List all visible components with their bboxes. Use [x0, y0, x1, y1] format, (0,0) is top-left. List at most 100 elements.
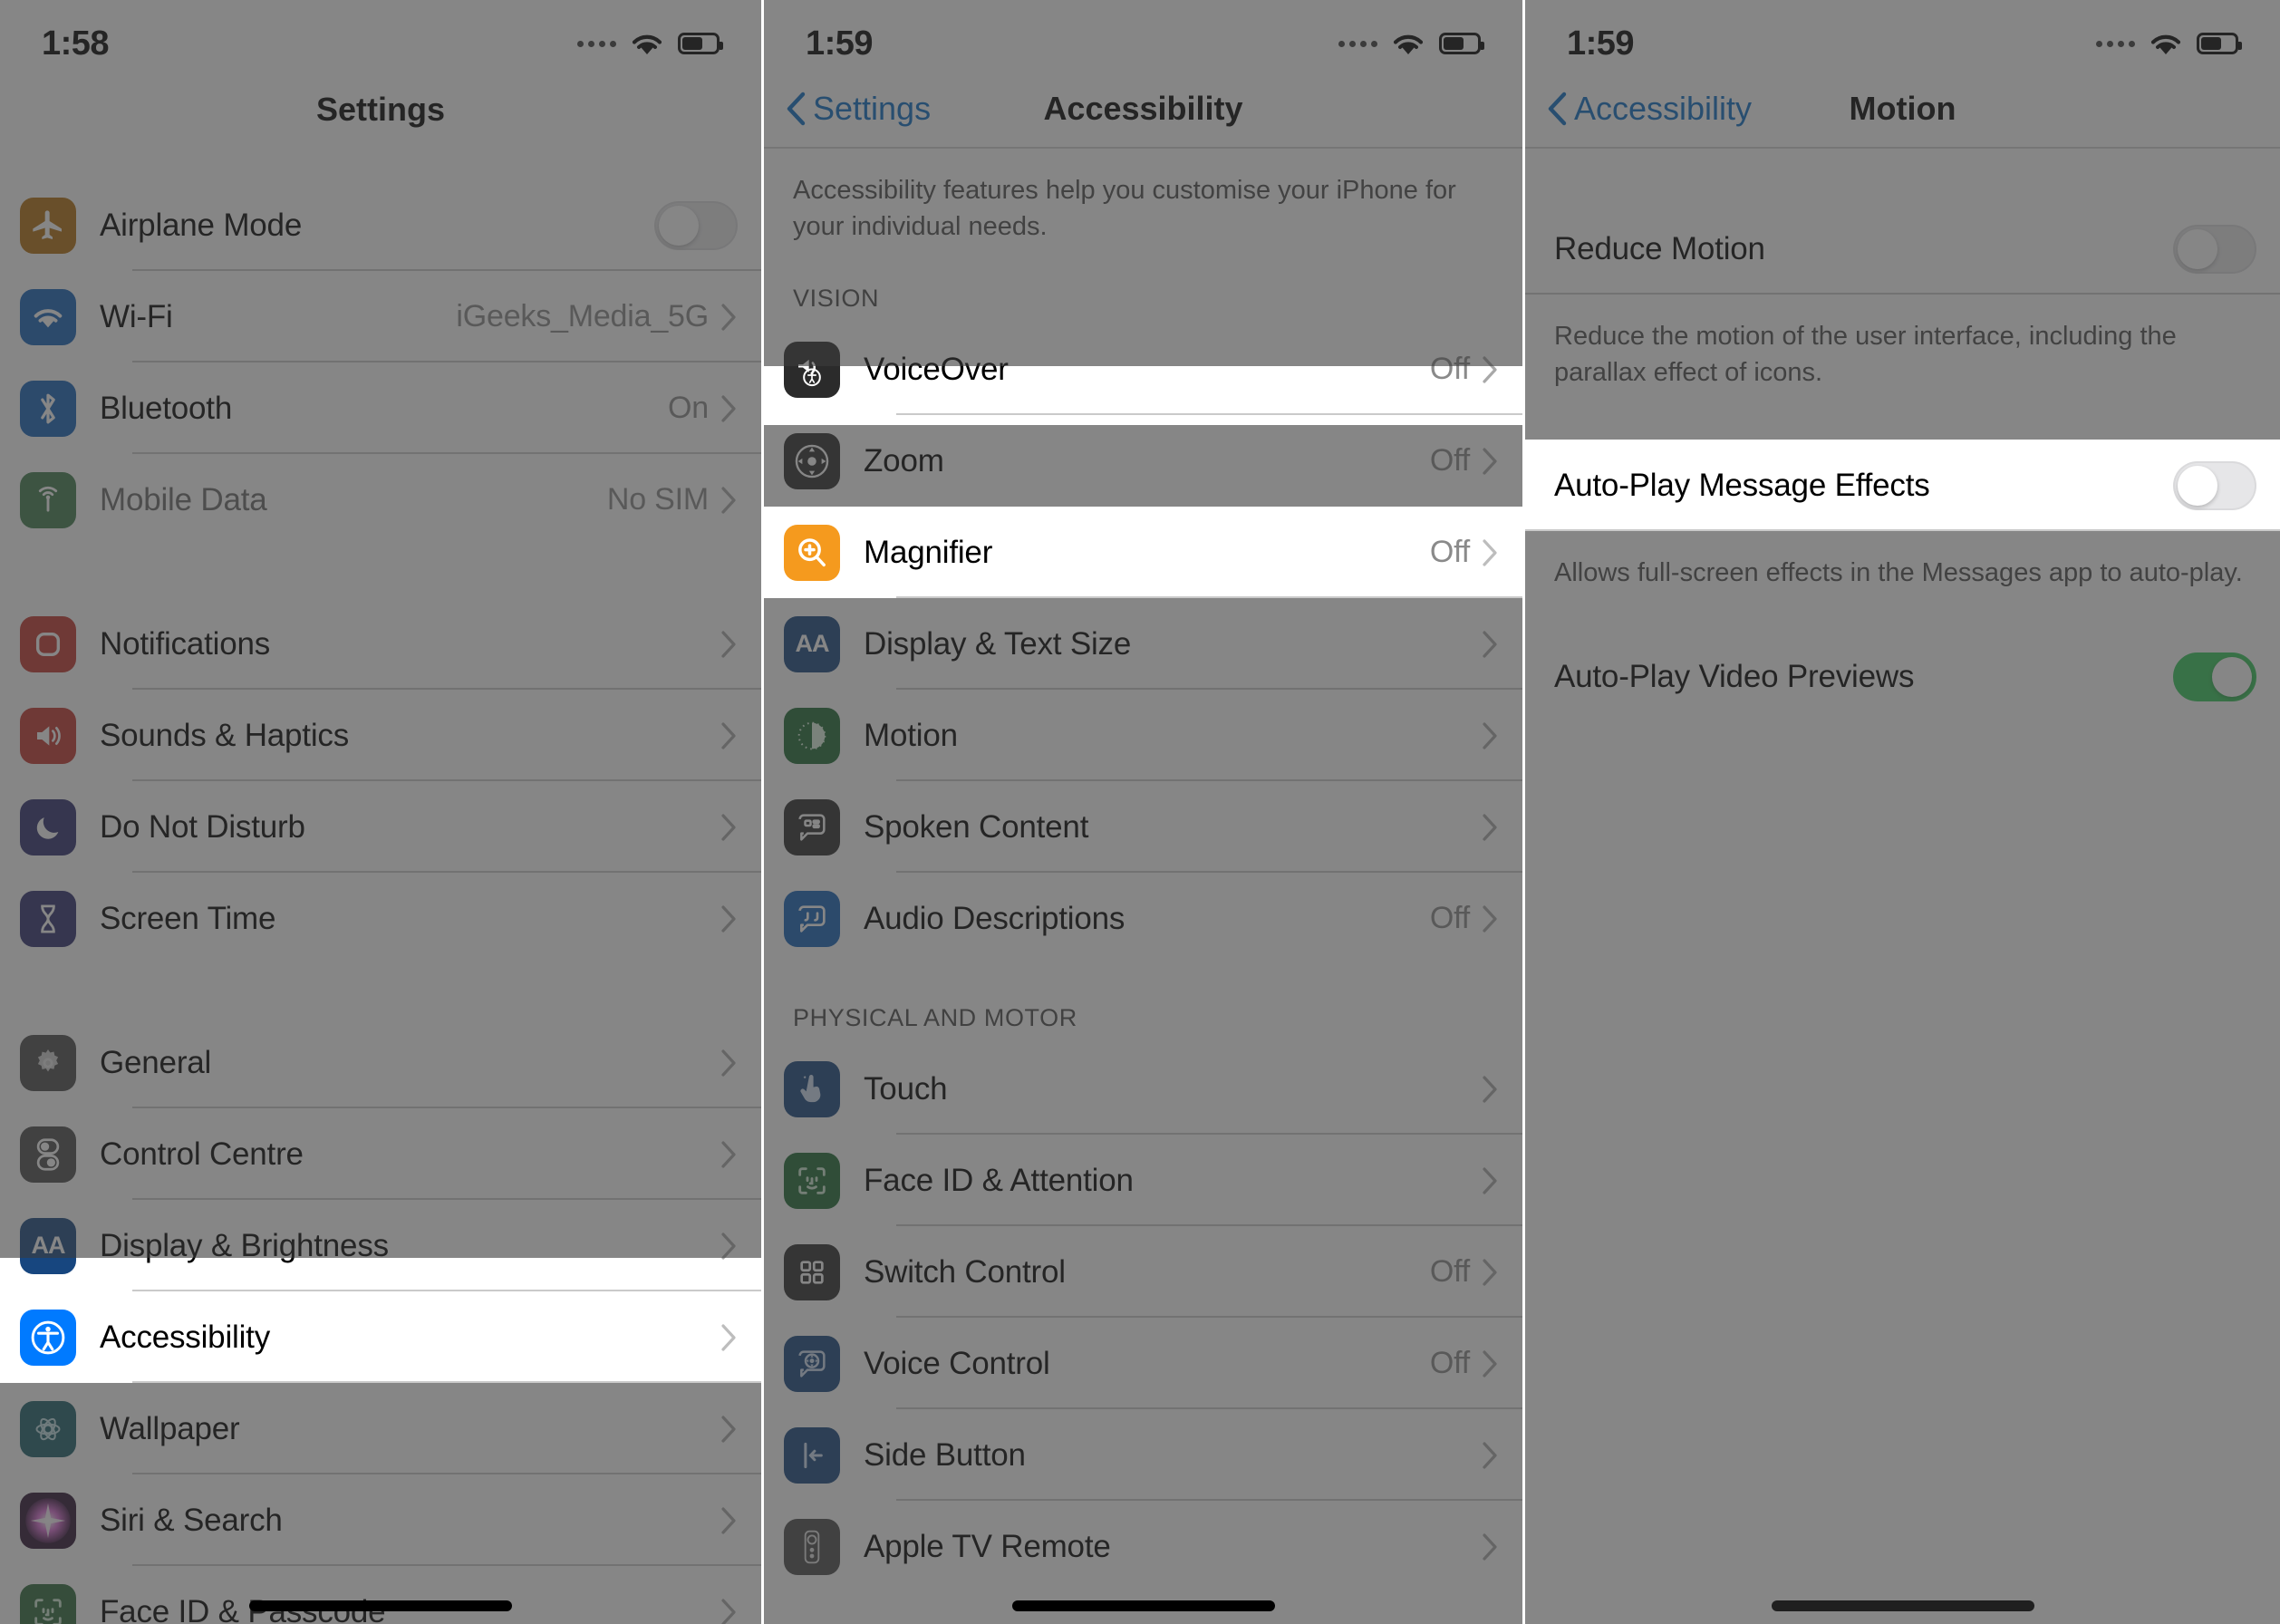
auto-play-video-previews-toggle[interactable]: [2173, 652, 2256, 701]
settings-group-connectivity: Airplane Mode Wi-Fi iGeeks_Media_5G Blue: [0, 179, 761, 546]
row-label: Auto-Play Video Previews: [1554, 658, 1915, 694]
settings-row-accessibility[interactable]: Accessibility: [0, 1291, 761, 1383]
row-label: Do Not Disturb: [100, 808, 305, 845]
chevron-right-icon: [721, 1232, 736, 1260]
row-value: Off: [1429, 443, 1470, 478]
row-label: Spoken Content: [864, 808, 1089, 845]
row-label: Screen Time: [100, 900, 276, 936]
settings-row-sounds-haptics[interactable]: Sounds & Haptics: [0, 690, 761, 781]
back-label: Settings: [813, 90, 932, 127]
accessibility-row-display-text-size[interactable]: AA Display & Text Size: [764, 598, 1522, 691]
auto-play-message-effects-toggle[interactable]: [2173, 460, 2256, 510]
motion-row-auto-play-video-previews[interactable]: Auto-Play Video Previews: [1525, 631, 2280, 723]
wifi-icon: [629, 30, 665, 57]
voiceover-icon: [784, 341, 840, 398]
settings-row-general[interactable]: General: [0, 1017, 761, 1108]
row-label: Wallpaper: [100, 1410, 240, 1446]
settings-row-control-centre[interactable]: Control Centre: [0, 1108, 761, 1200]
chevron-right-icon: [1483, 904, 1497, 933]
section-vision: VoiceOver Off Zoom Off Magnifier Off AA …: [764, 324, 1522, 965]
wallpaper-icon: [20, 1400, 76, 1457]
wifi-icon: [20, 288, 76, 345]
chevron-right-icon: [1483, 1075, 1497, 1103]
row-value: Off: [1429, 352, 1470, 387]
battery-icon: [1439, 33, 1484, 54]
home-indicator: [1771, 1600, 2034, 1611]
accessibility-row-spoken-content[interactable]: Spoken Content: [764, 781, 1522, 874]
accessibility-row-switch-control[interactable]: Switch Control Off: [764, 1226, 1522, 1319]
accessibility-row-voice-control[interactable]: Voice Control Off: [764, 1318, 1522, 1410]
settings-row-notifications[interactable]: Notifications: [0, 598, 761, 690]
settings-row-wifi[interactable]: Wi-Fi iGeeks_Media_5G: [0, 271, 761, 362]
status-bar: 1:59: [764, 0, 1522, 71]
voice-control-icon: [784, 1335, 840, 1392]
accessibility-row-apple-tv-remote[interactable]: Apple TV Remote: [764, 1501, 1522, 1593]
row-label: Bluetooth: [100, 390, 233, 426]
row-value: Off: [1429, 901, 1470, 936]
accessibility-row-face-id-attention[interactable]: Face ID & Attention: [764, 1135, 1522, 1227]
panel-settings: 1:58 Settings Airplane Mode Wi-Fi iGeeks…: [0, 0, 761, 1624]
back-button[interactable]: Accessibility: [1525, 90, 1752, 128]
status-bar: 1:59: [1525, 0, 2280, 71]
row-label: General: [100, 1044, 212, 1080]
settings-row-mobile-data[interactable]: Mobile Data No SIM: [0, 454, 761, 546]
airplane-icon: [20, 197, 76, 254]
section-physical-and-motor: Touch Face ID & Attention Switch Control: [764, 1043, 1522, 1593]
accessibility-row-zoom[interactable]: Zoom Off: [764, 415, 1522, 508]
motion-list: Reduce Motion Reduce the motion of the u…: [1525, 149, 2280, 723]
settings-group-system: General Control Centre AA Display & Brig…: [0, 1017, 761, 1624]
chevron-left-icon: [1548, 92, 1567, 126]
row-label: Control Centre: [100, 1136, 304, 1172]
display-brightness-icon: AA: [20, 1217, 76, 1274]
row-label: VoiceOver: [864, 351, 1009, 387]
chevron-right-icon: [721, 1049, 736, 1077]
accessibility-row-motion[interactable]: Motion: [764, 690, 1522, 782]
chevron-right-icon: [1483, 813, 1497, 841]
motion-row-reduce-motion[interactable]: Reduce Motion: [1525, 203, 2280, 295]
row-value: No SIM: [606, 482, 709, 517]
settings-row-bluetooth[interactable]: Bluetooth On: [0, 362, 761, 454]
nav-bar: Accessibility Motion: [1525, 71, 2280, 149]
settings-row-do-not-disturb[interactable]: Do Not Disturb: [0, 781, 761, 873]
reduce-motion-toggle[interactable]: [2173, 224, 2256, 274]
chevron-right-icon: [1483, 1441, 1497, 1469]
row-label: Voice Control: [864, 1345, 1050, 1381]
settings-row-siri-search[interactable]: Siri & Search: [0, 1474, 761, 1566]
nav-bar: Settings: [0, 71, 761, 149]
back-button[interactable]: Settings: [764, 90, 931, 128]
airplane-mode-toggle[interactable]: [654, 200, 738, 250]
motion-icon: [784, 707, 840, 764]
signal-dots-icon: [2096, 40, 2135, 47]
chevron-right-icon: [1483, 1166, 1497, 1194]
row-value: iGeeks_Media_5G: [456, 299, 709, 334]
motion-row-auto-play-message-effects[interactable]: Auto-Play Message Effects: [1525, 440, 2280, 532]
chevron-right-icon: [721, 721, 736, 749]
spoken-content-icon: [784, 798, 840, 856]
chevron-right-icon: [1483, 1258, 1497, 1286]
settings-row-screen-time[interactable]: Screen Time: [0, 873, 761, 964]
chevron-right-icon: [721, 1323, 736, 1351]
status-time: 1:58: [42, 24, 110, 63]
side-button-icon: [784, 1426, 840, 1484]
chevron-right-icon: [1483, 630, 1497, 658]
nav-bar: Settings Accessibility: [764, 71, 1522, 149]
accessibility-row-side-button[interactable]: Side Button: [764, 1409, 1522, 1502]
sounds-icon: [20, 707, 76, 764]
chevron-right-icon: [721, 1598, 736, 1624]
settings-row-display-brightness[interactable]: AA Display & Brightness: [0, 1200, 761, 1291]
chevron-right-icon: [1483, 538, 1497, 566]
accessibility-row-touch[interactable]: Touch: [764, 1043, 1522, 1136]
settings-row-wallpaper[interactable]: Wallpaper: [0, 1383, 761, 1474]
settings-row-airplane-mode[interactable]: Airplane Mode: [0, 179, 761, 271]
accessibility-row-audio-descriptions[interactable]: Audio Descriptions Off: [764, 873, 1522, 965]
reduce-motion-footnote: Reduce the motion of the user interface,…: [1554, 322, 2177, 388]
accessibility-row-voiceover[interactable]: VoiceOver Off: [764, 324, 1522, 416]
settings-group-notifications: Notifications Sounds & Haptics Do Not Di…: [0, 598, 761, 964]
settings-row-face-id-passcode[interactable]: Face ID & Passcode: [0, 1566, 761, 1624]
status-time: 1:59: [806, 24, 874, 63]
accessibility-row-magnifier[interactable]: Magnifier Off: [764, 507, 1522, 599]
row-label: Reduce Motion: [1554, 230, 1765, 266]
status-indicators: [1338, 30, 1484, 57]
face-id-icon: [20, 1583, 76, 1624]
switch-control-icon: [784, 1243, 840, 1300]
